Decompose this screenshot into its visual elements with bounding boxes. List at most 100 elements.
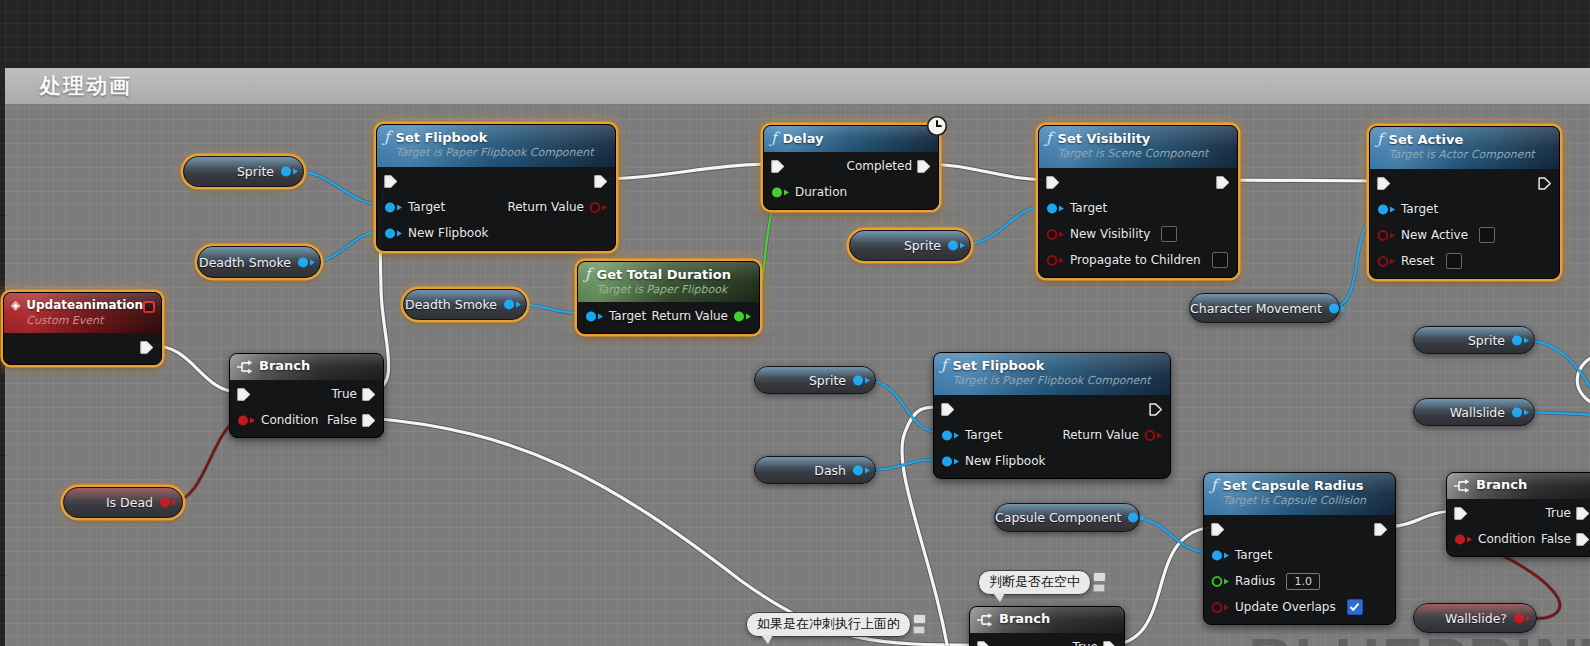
checkbox[interactable] [1347, 599, 1363, 615]
node-header[interactable]: ƒSet VisibilityTarget is Scene Component [1039, 126, 1237, 168]
data-pin[interactable] [1377, 229, 1396, 242]
data-pin[interactable] [503, 298, 526, 311]
node-title: Set Flipbook [396, 129, 594, 146]
var-wallslide[interactable]: Wallslide [1413, 398, 1535, 426]
node-branch-2[interactable]: BranchTrueConditionFalse [1446, 472, 1590, 557]
exec-pin[interactable] [917, 160, 931, 173]
exec-pin[interactable] [1377, 177, 1391, 190]
node-set-flipbook-1[interactable]: ƒSet FlipbookTarget is Paper Flipbook Co… [376, 124, 616, 251]
var-capsule-component[interactable]: Capsule Component [994, 503, 1140, 532]
var-sprite-2[interactable]: Sprite [849, 230, 971, 261]
data-pin[interactable] [947, 239, 970, 252]
exec-pin[interactable] [1216, 176, 1230, 189]
var-is-dead[interactable]: Is Dead [63, 487, 183, 518]
var-sprite-1[interactable]: Sprite [183, 156, 304, 187]
checkbox[interactable] [1161, 226, 1177, 242]
node-header[interactable]: Branch [1447, 473, 1590, 499]
exec-pin[interactable] [384, 175, 398, 188]
bubble-dash-note[interactable]: 如果是在冲刺执行上面的 [746, 612, 911, 637]
node-header[interactable]: ƒDelay [764, 126, 938, 152]
data-pin[interactable] [941, 429, 960, 442]
node-header[interactable]: ƒSet ActiveTarget is Actor Component [1370, 127, 1559, 169]
data-pin[interactable] [159, 496, 182, 509]
blueprint-canvas[interactable]: BLUEPRINT 处理动画 ◈UpdateanimationCustom Ev… [0, 0, 1590, 646]
checkbox[interactable] [1446, 253, 1462, 269]
exec-pin[interactable] [1538, 177, 1552, 190]
data-pin[interactable] [1377, 203, 1396, 216]
var-dash[interactable]: Dash [754, 456, 876, 484]
pin-icon[interactable] [1093, 572, 1107, 596]
data-pin[interactable] [1211, 549, 1230, 562]
data-pin[interactable] [852, 374, 875, 387]
pin-icon[interactable] [913, 614, 927, 638]
node-update-animation[interactable]: ◈UpdateanimationCustom Event [3, 292, 162, 365]
data-pin[interactable] [384, 201, 403, 214]
data-pin[interactable] [1046, 202, 1065, 215]
data-pin[interactable] [1211, 601, 1230, 614]
data-pin[interactable] [297, 256, 320, 269]
exec-pin[interactable] [1149, 403, 1163, 416]
exec-pin[interactable] [1576, 507, 1590, 520]
node-get-total-duration[interactable]: ƒGet Total DurationTarget is Paper Flipb… [577, 261, 760, 334]
node-header[interactable]: ƒGet Total DurationTarget is Paper Flipb… [578, 262, 759, 302]
exec-pin[interactable] [1211, 523, 1225, 536]
data-pin[interactable] [733, 310, 752, 323]
exec-pin[interactable] [1454, 507, 1468, 520]
checkbox[interactable] [1212, 252, 1228, 268]
data-pin[interactable] [852, 464, 875, 477]
bubble-airborne[interactable]: 判断是否在空中 [978, 570, 1091, 595]
data-pin[interactable] [280, 165, 303, 178]
exec-pin[interactable] [1103, 641, 1117, 646]
value-input[interactable]: 1.0 [1286, 573, 1320, 590]
exec-pin[interactable] [1576, 533, 1590, 546]
node-delay[interactable]: ƒDelayCompletedDuration [763, 125, 939, 210]
data-pin[interactable] [771, 186, 790, 199]
exec-pin[interactable] [1374, 523, 1388, 536]
data-pin[interactable] [1454, 533, 1473, 546]
node-header[interactable]: ƒSet Capsule RadiusTarget is Capsule Col… [1204, 473, 1395, 515]
exec-pin[interactable] [771, 160, 785, 173]
exec-pin[interactable] [941, 403, 955, 416]
data-pin[interactable] [585, 310, 604, 323]
node-set-visibility[interactable]: ƒSet VisibilityTarget is Scene Component… [1038, 125, 1238, 278]
data-pin[interactable] [1511, 406, 1534, 419]
data-pin[interactable] [1046, 254, 1065, 267]
node-header[interactable]: ƒSet FlipbookTarget is Paper Flipbook Co… [377, 125, 615, 167]
var-wallslide-q[interactable]: Wallslide? [1413, 603, 1537, 633]
data-pin[interactable] [237, 414, 256, 427]
data-pin[interactable] [589, 201, 608, 214]
data-pin[interactable] [1328, 302, 1351, 315]
data-pin[interactable] [1211, 575, 1230, 588]
exec-pin[interactable] [1046, 176, 1060, 189]
node-header[interactable]: ƒSet FlipbookTarget is Paper Flipbook Co… [934, 353, 1170, 395]
node-header[interactable]: ◈UpdateanimationCustom Event [4, 293, 161, 333]
var-sprite-3[interactable]: Sprite [1413, 326, 1535, 354]
data-pin[interactable] [1511, 334, 1534, 347]
data-pin[interactable] [1144, 429, 1163, 442]
node-header[interactable]: Branch [230, 354, 383, 380]
data-pin[interactable] [384, 227, 403, 240]
exec-pin[interactable] [362, 388, 376, 401]
node-branch-3[interactable]: BranchTrue [969, 606, 1125, 646]
exec-pin[interactable] [140, 341, 154, 354]
var-deadth-smoke-1[interactable]: Deadth Smoke [197, 246, 321, 278]
var-character-movement[interactable]: Character Movement [1189, 293, 1340, 323]
node-branch-1[interactable]: BranchTrueConditionFalse [229, 353, 384, 438]
data-pin[interactable] [941, 455, 960, 468]
data-pin[interactable] [1377, 255, 1396, 268]
exec-pin[interactable] [977, 641, 991, 646]
var-sprite-4[interactable]: Sprite [754, 366, 876, 394]
var-deadth-smoke-2[interactable]: Deadth Smoke [403, 289, 527, 320]
node-set-flipbook-2[interactable]: ƒSet FlipbookTarget is Paper Flipbook Co… [933, 352, 1171, 479]
checkbox[interactable] [1479, 227, 1495, 243]
data-pin[interactable] [1046, 228, 1065, 241]
exec-pin[interactable] [362, 414, 376, 427]
exec-pin[interactable] [237, 388, 251, 401]
node-set-active[interactable]: ƒSet ActiveTarget is Actor ComponentTarg… [1369, 126, 1560, 279]
node-header[interactable]: Branch [970, 607, 1124, 633]
exec-pin[interactable] [594, 175, 608, 188]
data-pin[interactable] [1513, 612, 1536, 625]
node-set-capsule-radius[interactable]: ƒSet Capsule RadiusTarget is Capsule Col… [1203, 472, 1396, 625]
wire-exec-setvisibility-setactive [1223, 180, 1381, 181]
data-pin[interactable] [1127, 511, 1150, 524]
